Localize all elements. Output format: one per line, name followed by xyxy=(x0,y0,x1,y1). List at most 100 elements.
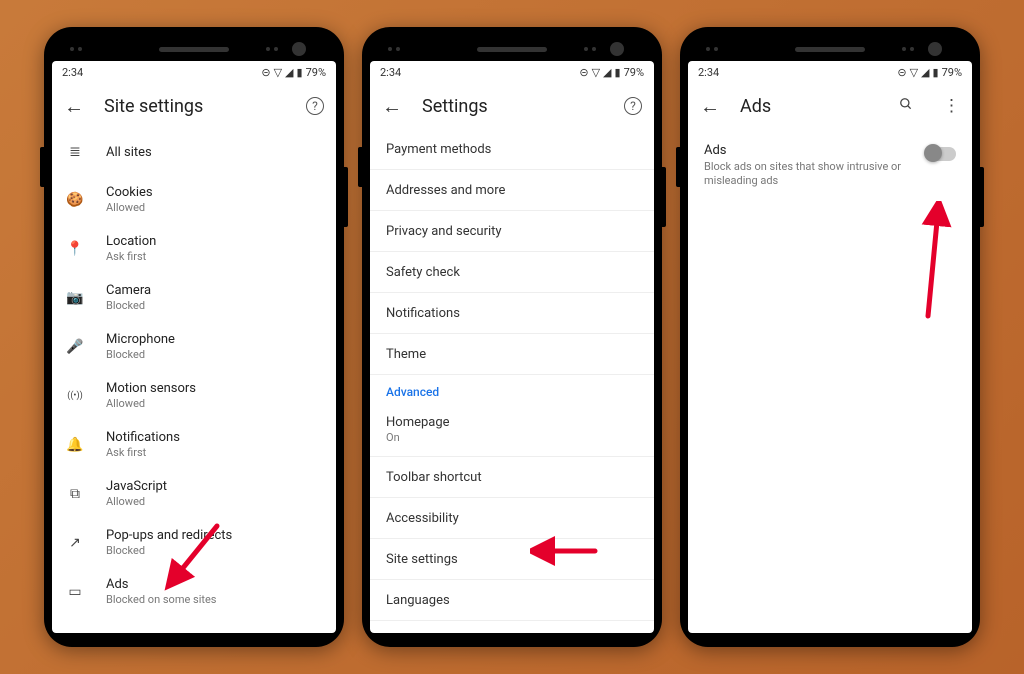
wifi-icon: ▽ xyxy=(592,66,600,79)
battery-pct: 79% xyxy=(942,66,962,79)
item-title: Languages xyxy=(386,593,638,608)
settings-item-downloads[interactable]: Downloads xyxy=(370,621,654,633)
item-sub: Blocked on some sites xyxy=(106,593,217,606)
item-title: All sites xyxy=(106,145,152,160)
ads-row-desc: Block ads on sites that show intrusive o… xyxy=(704,160,916,189)
settings-item-site-settings[interactable]: Site settings xyxy=(370,539,654,579)
site-settings-item-background-sync[interactable]: ⟳Background sync xyxy=(52,616,336,633)
site-settings-item-microphone[interactable]: 🎤 MicrophoneBlocked xyxy=(52,322,336,371)
site-settings-item-javascript[interactable]: ⧉JavaScriptAllowed xyxy=(52,469,336,518)
site-settings-item-location[interactable]: 📍LocationAsk first xyxy=(52,224,336,273)
site-settings-item-cookies[interactable]: 🍪CookiesAllowed xyxy=(52,175,336,224)
item-title: Toolbar shortcut xyxy=(386,470,638,485)
settings-item-homepage[interactable]: HomepageOn xyxy=(370,403,654,456)
popup-icon: ↗ xyxy=(66,535,84,551)
back-button[interactable]: ← xyxy=(64,94,84,119)
item-title: Site settings xyxy=(386,552,638,567)
settings-item-accessibility[interactable]: Accessibility xyxy=(370,498,654,538)
settings-item-safety-check[interactable]: Safety check xyxy=(370,252,654,292)
signal-icon: ◢ xyxy=(603,66,611,79)
item-sub: On xyxy=(386,431,638,444)
item-title: Microphone xyxy=(106,332,175,347)
battery-icon: ▮ xyxy=(615,66,621,79)
site-settings-item-ads[interactable]: ▭ AdsBlocked on some sites xyxy=(52,567,336,616)
phone-hardware xyxy=(688,37,972,61)
item-title: Addresses and more xyxy=(386,183,638,198)
phone-frame-1: 2:34 ⊝ ▽ ◢ ▮ 79% ← Site settings ? ≣ All … xyxy=(44,27,344,647)
site-settings-item-all-sites[interactable]: ≣ All sites xyxy=(52,129,336,175)
site-settings-item-pop-ups-and-redirects[interactable]: ↗ Pop-ups and redirectsBlocked xyxy=(52,518,336,567)
status-bar: 2:34 ⊝ ▽ ◢ ▮ 79% xyxy=(688,61,972,83)
item-title: Theme xyxy=(386,347,638,362)
app-bar: ← Ads ⋮ xyxy=(688,83,972,129)
item-title: Notifications xyxy=(386,306,638,321)
advanced-section-label: Advanced xyxy=(370,375,654,403)
settings-item-toolbar-shortcut[interactable]: Toolbar shortcut xyxy=(370,457,654,497)
bell-icon: 🔔 xyxy=(66,437,84,453)
item-sub: Blocked xyxy=(106,348,175,361)
status-time: 2:34 xyxy=(62,66,83,79)
item-sub: Ask first xyxy=(106,446,180,459)
settings-item-languages[interactable]: Languages xyxy=(370,580,654,620)
camera-icon: 📷 xyxy=(66,290,84,306)
ads-icon: ▭ xyxy=(66,584,84,600)
phone-hardware xyxy=(370,37,654,61)
item-sub: Blocked xyxy=(106,544,232,557)
item-title: Pop-ups and redirects xyxy=(106,528,232,543)
help-icon[interactable]: ? xyxy=(624,97,642,115)
ads-toggle-row[interactable]: Ads Block ads on sites that show intrusi… xyxy=(688,129,972,203)
list-icon: ≣ xyxy=(66,144,84,160)
page-title: Site settings xyxy=(104,96,286,117)
status-time: 2:34 xyxy=(698,66,719,79)
wifi-icon: ▽ xyxy=(274,66,282,79)
item-title: Motion sensors xyxy=(106,381,196,396)
site-settings-item-motion-sensors[interactable]: ((•))Motion sensorsAllowed xyxy=(52,371,336,420)
item-title: Payment methods xyxy=(386,142,638,157)
wifi-icon: ▽ xyxy=(910,66,918,79)
item-title: Homepage xyxy=(386,415,638,430)
battery-icon: ▮ xyxy=(297,66,303,79)
phone-hardware xyxy=(52,37,336,61)
settings-item-privacy-and-security[interactable]: Privacy and security xyxy=(370,211,654,251)
signal-icon: ◢ xyxy=(285,66,293,79)
settings-list: Payment methods Addresses and more Privacy… xyxy=(370,129,654,633)
js-icon: ⧉ xyxy=(66,486,84,502)
settings-item-addresses-and-more[interactable]: Addresses and more xyxy=(370,170,654,210)
item-title: Camera xyxy=(106,283,151,298)
item-sub: Allowed xyxy=(106,201,153,214)
site-settings-list: ≣ All sites 🍪CookiesAllowed📍LocationAsk fi… xyxy=(52,129,336,633)
item-title: Safety check xyxy=(386,265,638,280)
item-sub: Allowed xyxy=(106,495,167,508)
phone-frame-2: 2:34 ⊝ ▽ ◢ ▮ 79% ← Settings ? Payment me… xyxy=(362,27,662,647)
status-time: 2:34 xyxy=(380,66,401,79)
ads-settings-content: Ads Block ads on sites that show intrusi… xyxy=(688,129,972,633)
site-settings-item-notifications[interactable]: 🔔 NotificationsAsk first xyxy=(52,420,336,469)
ads-toggle[interactable] xyxy=(926,147,956,161)
cookie-icon: 🍪 xyxy=(66,192,84,208)
app-bar: ← Settings ? xyxy=(370,83,654,129)
settings-item-theme[interactable]: Theme xyxy=(370,334,654,374)
settings-item-payment-methods[interactable]: Payment methods xyxy=(370,129,654,169)
item-title: Accessibility xyxy=(386,511,638,526)
back-button[interactable]: ← xyxy=(382,94,402,119)
back-button[interactable]: ← xyxy=(700,94,720,119)
help-icon[interactable]: ? xyxy=(306,97,324,115)
settings-item-notifications[interactable]: Notifications xyxy=(370,293,654,333)
status-bar: 2:34 ⊝ ▽ ◢ ▮ 79% xyxy=(52,61,336,83)
status-bar: 2:34 ⊝ ▽ ◢ ▮ 79% xyxy=(370,61,654,83)
page-title: Settings xyxy=(422,96,604,117)
sync-icon: ⟳ xyxy=(66,631,84,633)
search-icon[interactable] xyxy=(899,96,913,116)
more-icon[interactable]: ⋮ xyxy=(943,96,960,116)
site-settings-item-camera[interactable]: 📷CameraBlocked xyxy=(52,273,336,322)
motion-icon: ((•)) xyxy=(66,391,84,401)
mic-icon: 🎤 xyxy=(66,339,84,355)
item-sub: Ask first xyxy=(106,250,156,263)
item-title: Notifications xyxy=(106,430,180,445)
page-title: Ads xyxy=(740,96,879,117)
ads-row-title: Ads xyxy=(704,143,916,158)
battery-icon: ▮ xyxy=(933,66,939,79)
dnd-icon: ⊝ xyxy=(579,66,588,79)
item-title: Ads xyxy=(106,577,217,592)
item-title: Privacy and security xyxy=(386,224,638,239)
